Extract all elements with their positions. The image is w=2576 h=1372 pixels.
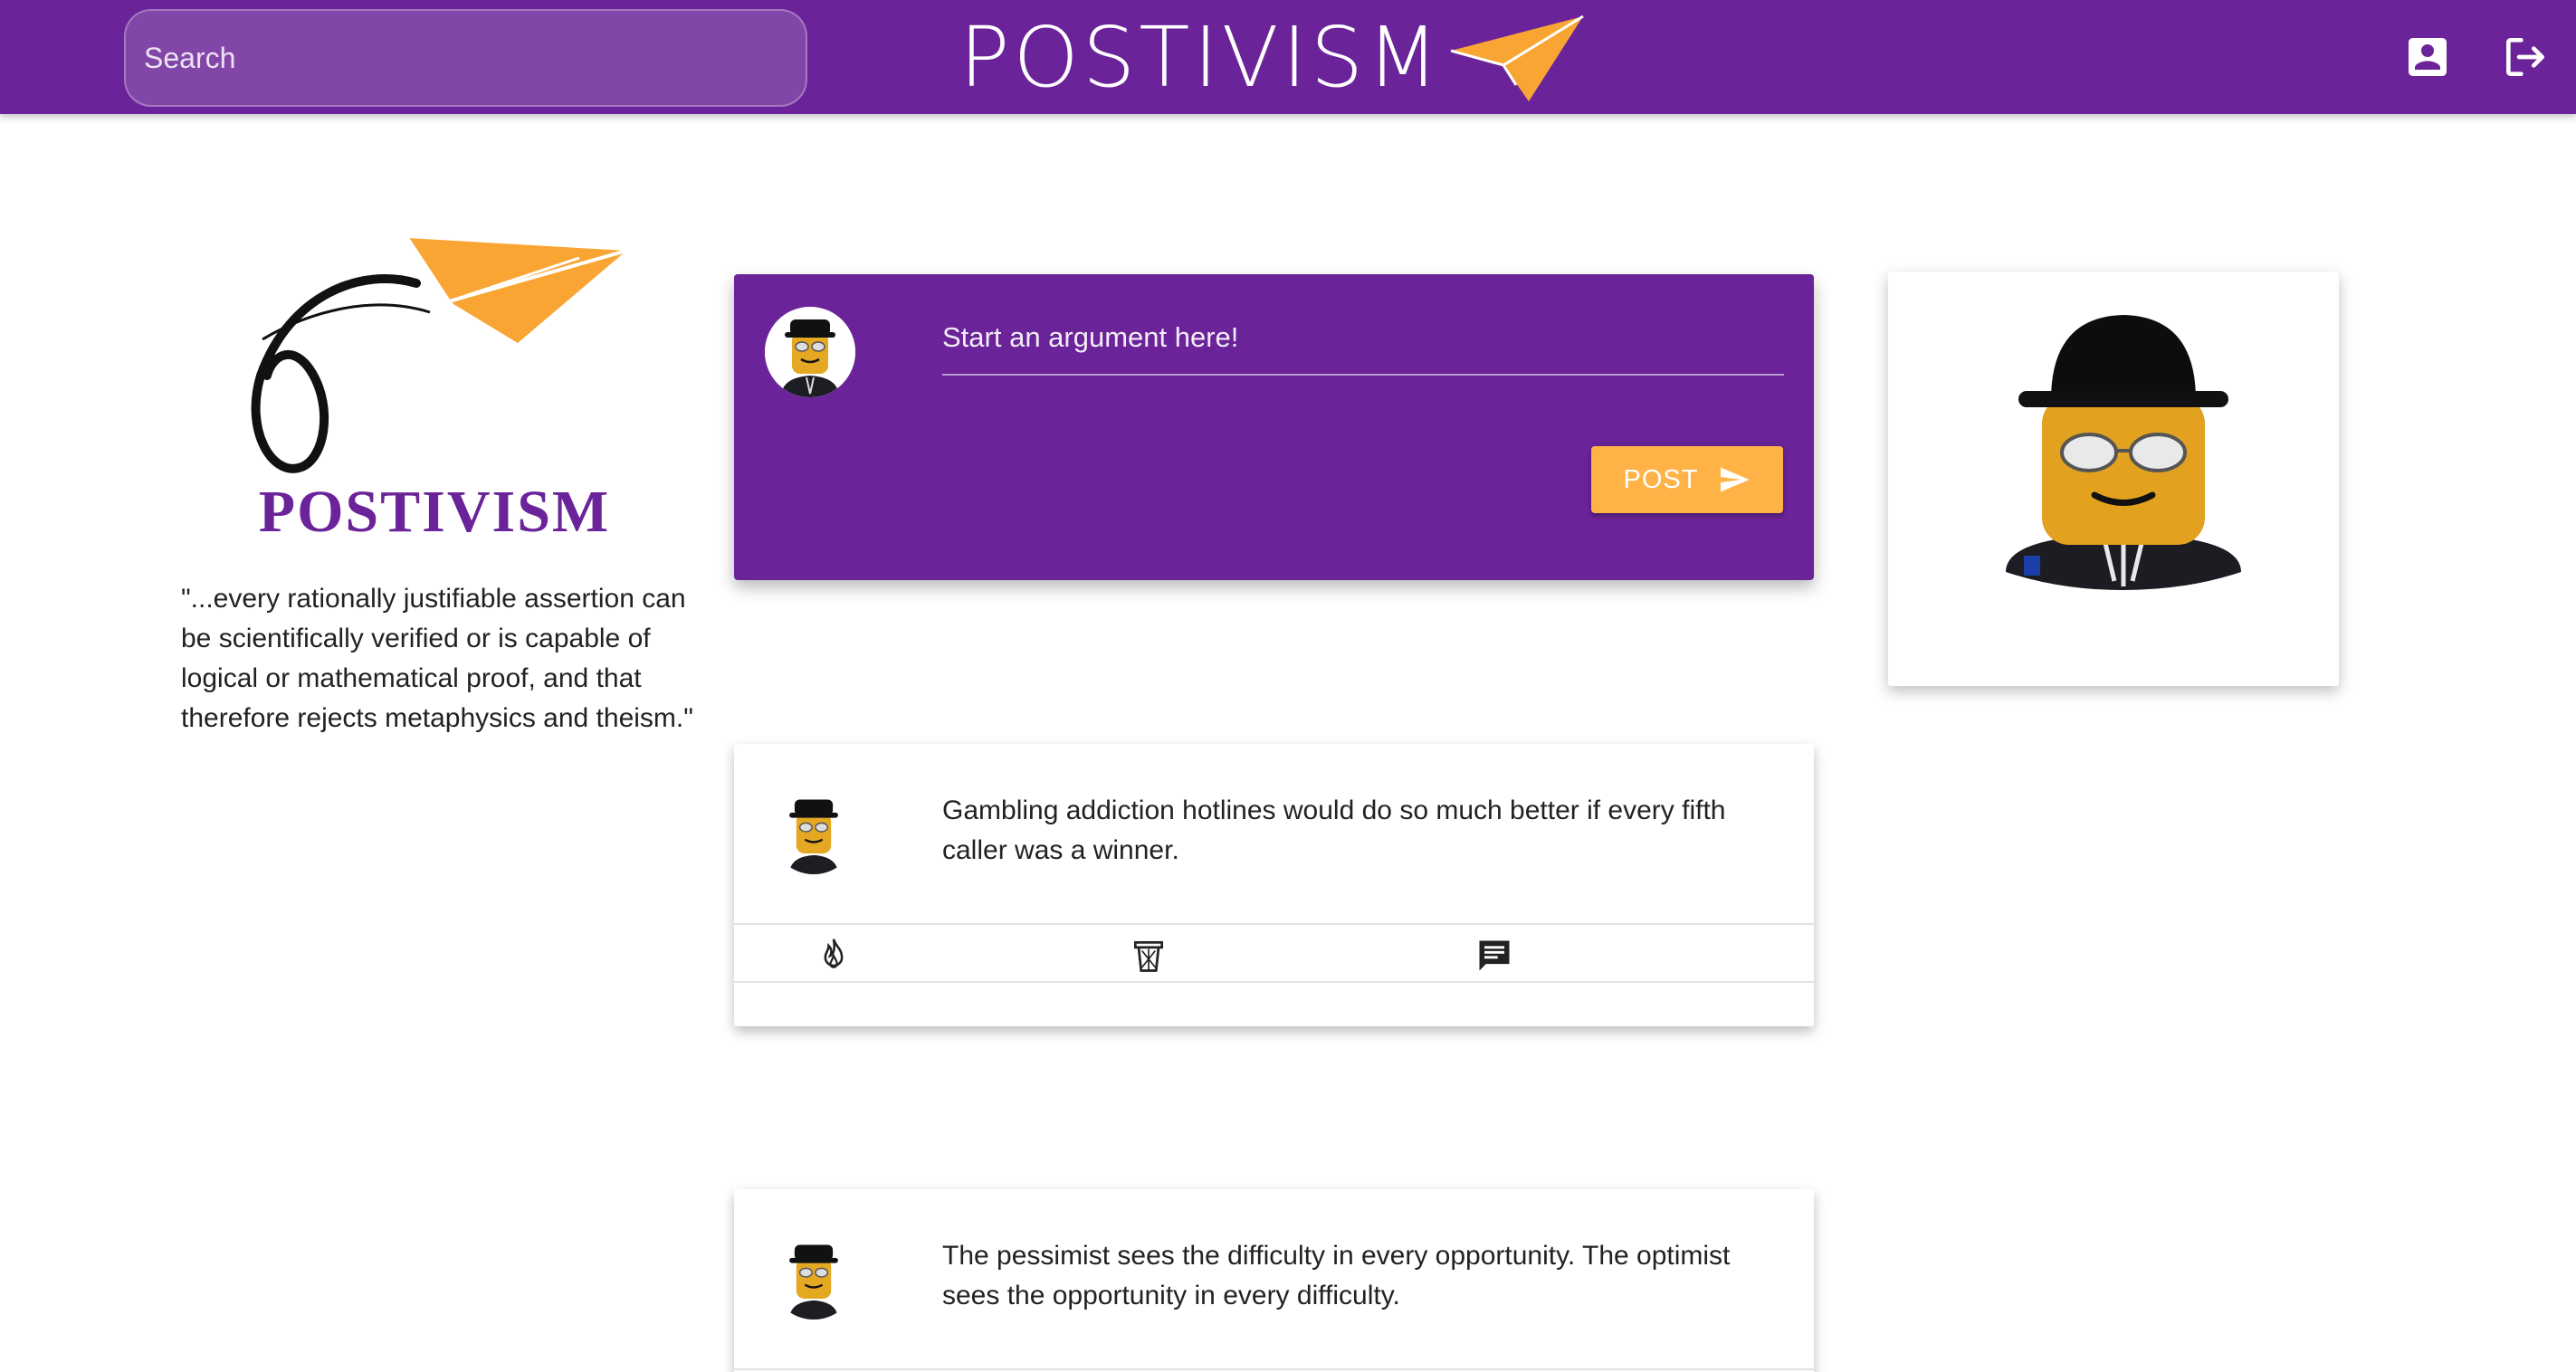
trash-icon[interactable] [1129, 936, 1169, 976]
search-input[interactable] [126, 11, 806, 105]
post-text: Gambling addiction hotlines would do so … [942, 796, 1726, 865]
logout-icon[interactable] [2500, 32, 2551, 82]
paper-plane-icon [1451, 14, 1585, 101]
lego-avatar-image [789, 799, 838, 874]
post-actions [734, 923, 1814, 983]
search-box[interactable] [124, 9, 807, 107]
lego-avatar-image [765, 307, 855, 397]
post-button[interactable]: POST [1591, 446, 1783, 513]
avatar [765, 307, 855, 397]
profile-card[interactable] [1888, 272, 2339, 686]
brand-logo[interactable]: POSTIVISM [959, 13, 1585, 103]
comment-icon[interactable] [1474, 936, 1514, 976]
send-icon [1721, 467, 1750, 492]
positivism-quote: "...every rationally justifiable asserti… [181, 584, 693, 733]
post-button-label: POST [1623, 464, 1699, 494]
composer-card: POST [734, 274, 1814, 580]
post-card: The pessimist sees the difficulty in eve… [734, 1189, 1814, 1372]
top-app-bar: POSTIVISM [0, 0, 2576, 114]
flame-icon[interactable] [814, 936, 854, 976]
post-avatar [770, 1233, 857, 1320]
argument-field[interactable] [942, 301, 1784, 376]
lego-avatar-image [789, 1244, 838, 1320]
profile-avatar-image [2006, 315, 2241, 590]
post-avatar [770, 787, 857, 874]
post-card: Gambling addiction hotlines would do so … [734, 744, 1814, 1026]
logo-title: POSTIVISM [258, 479, 611, 545]
post-text: The pessimist sees the difficulty in eve… [942, 1241, 1731, 1310]
argument-input[interactable] [942, 301, 1784, 374]
account-box-icon[interactable] [2402, 32, 2453, 82]
brand-title: POSTIVISM [959, 9, 1443, 106]
post-actions [734, 1368, 1814, 1372]
